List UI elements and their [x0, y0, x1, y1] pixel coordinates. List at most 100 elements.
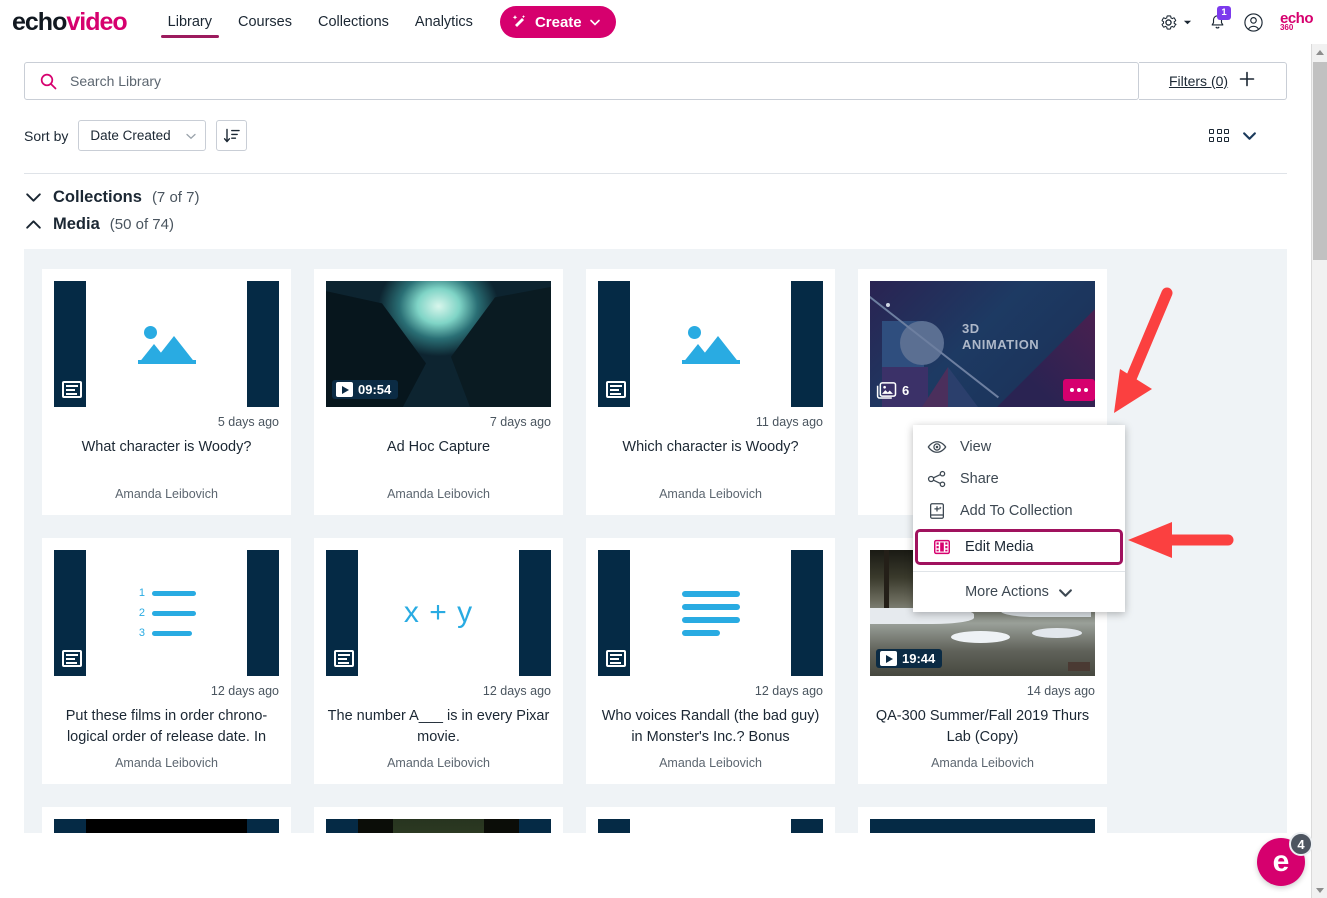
context-menu-item-edit-media[interactable]: Edit Media	[915, 529, 1123, 565]
add-filter-plus-icon	[1238, 70, 1256, 92]
media-card[interactable]	[314, 807, 563, 833]
account-button[interactable]	[1243, 12, 1264, 33]
card-thumbnail[interactable]: 3D ANIMATION 6	[870, 281, 1095, 407]
slides-icon	[606, 381, 626, 398]
card-thumbnail[interactable]	[870, 819, 1095, 833]
portrait-photo	[358, 819, 519, 833]
duration-text: 09:54	[358, 382, 392, 397]
section-collections[interactable]: Collections (7 of 7)	[0, 188, 1311, 207]
user-account-icon	[1243, 12, 1264, 33]
media-card[interactable]: 12 days ago Who voices Randall (the bad …	[586, 538, 835, 785]
grid-view-icon	[1209, 129, 1229, 142]
view-layout-toggle[interactable]	[1209, 128, 1287, 143]
text-lines-placeholder-icon	[681, 590, 740, 636]
context-menu-item-label: Share	[960, 471, 999, 487]
sort-select-value: Date Created	[90, 128, 171, 143]
slides-icon	[606, 650, 626, 667]
card-context-menu: View Share Add To Collection Edit Media …	[913, 425, 1125, 612]
card-thumbnail[interactable]: 1 2 3	[54, 550, 279, 676]
eye-icon	[927, 437, 947, 457]
share-icon	[927, 469, 947, 489]
media-card[interactable]: 5 days ago What character is Woody? Aman…	[42, 269, 291, 515]
media-card[interactable]: 1 2 3 12 days ago Put these films in ord…	[42, 538, 291, 785]
card-thumbnail[interactable]: 09:54	[326, 281, 551, 407]
card-title: Ad Hoc Capture	[386, 439, 491, 455]
magic-wand-icon	[512, 14, 528, 30]
echo360-brand-logo[interactable]: echo 360	[1280, 10, 1314, 32]
card-more-options-button[interactable]	[1063, 379, 1095, 401]
help-assistant-badge: 4	[1289, 832, 1313, 856]
sort-select[interactable]: Date Created	[78, 120, 207, 151]
images-stack-icon	[876, 381, 897, 399]
nav-item-analytics[interactable]: Analytics	[402, 0, 486, 44]
scrollbar-down-button[interactable]	[1312, 882, 1327, 898]
filters-button[interactable]: Filters (0)	[1139, 62, 1287, 100]
search-input[interactable]	[70, 73, 1138, 89]
card-date: 12 days ago	[210, 684, 279, 698]
card-date: 11 days ago	[755, 415, 823, 429]
settings-menu-button[interactable]	[1159, 13, 1192, 32]
search-box[interactable]	[24, 62, 1139, 100]
view-chevron-down-icon	[1242, 128, 1257, 143]
slides-icon	[62, 650, 82, 667]
logo-echo-text: echo	[12, 7, 67, 36]
chevron-down-icon	[1058, 585, 1073, 600]
card-thumbnail[interactable]: A B	[598, 819, 823, 833]
card-thumbnail[interactable]	[54, 281, 279, 407]
card-title: What character is Woody?	[81, 439, 252, 455]
nav-item-library[interactable]: Library	[155, 0, 225, 44]
numbered-list-placeholder-icon: 1 2 3	[137, 587, 196, 639]
section-media-count: (50 of 74)	[109, 216, 174, 233]
chevron-down-icon	[589, 16, 601, 28]
section-media[interactable]: Media (50 of 74)	[0, 215, 1311, 234]
edit-media-icon	[932, 537, 952, 557]
scrollbar-thumb[interactable]	[1313, 62, 1327, 260]
card-author: Amanda Leibovich	[387, 756, 490, 771]
duration-badge: 09:54	[332, 380, 399, 399]
card-thumbnail[interactable]	[598, 281, 823, 407]
media-card[interactable]: 09:54 7 days ago Ad Hoc Capture Amanda L…	[314, 269, 563, 515]
duration-text: 19:44	[902, 651, 936, 666]
section-collections-count: (7 of 7)	[151, 189, 200, 206]
card-thumbnail[interactable]	[598, 550, 823, 676]
play-icon	[880, 651, 897, 666]
card-date: 12 days ago	[754, 684, 823, 698]
nav-right-actions: 1 echo 360	[1159, 5, 1327, 33]
sort-direction-button[interactable]	[216, 120, 248, 151]
chevron-up-icon	[24, 215, 43, 234]
context-menu-item-label: View	[960, 439, 992, 455]
add-to-collection-icon	[927, 501, 947, 521]
card-author: Amanda Leibovich	[931, 756, 1034, 771]
notification-badge: 1	[1216, 5, 1231, 20]
media-card[interactable]: 11 days ago Which character is Woody? Am…	[586, 269, 835, 515]
nav-item-courses[interactable]: Courses	[225, 0, 305, 44]
context-menu-more-actions[interactable]: More Actions	[913, 572, 1125, 612]
media-card[interactable]	[858, 807, 1107, 833]
search-row: Filters (0)	[0, 44, 1311, 100]
filters-label: Filters (0)	[1168, 73, 1229, 89]
context-menu-item-share[interactable]: Share	[913, 463, 1125, 495]
card-thumbnail[interactable]: x + y	[326, 550, 551, 676]
context-menu-item-label: Edit Media	[965, 539, 1034, 555]
media-card[interactable]: A B	[586, 807, 835, 833]
image-placeholder-icon	[137, 324, 196, 364]
context-menu-item-label: Add To Collection	[960, 503, 1073, 519]
sort-by-label: Sort by	[24, 127, 69, 144]
card-title: QA-300 Summer/Fall 2019 Thurs Lab (Copy)	[875, 708, 1090, 746]
scrollbar-up-button[interactable]	[1312, 44, 1327, 60]
card-thumbnail[interactable]	[326, 819, 551, 833]
media-card[interactable]: x + y 12 days ago The number A___ is in …	[314, 538, 563, 785]
nav-item-collections[interactable]: Collections	[305, 0, 402, 44]
page-scrollbar[interactable]	[1311, 44, 1327, 898]
media-card[interactable]: CORRUPTION	[42, 807, 291, 833]
help-assistant-glyph: e	[1272, 845, 1290, 878]
create-button[interactable]: Create	[499, 6, 616, 38]
context-menu-item-add-to-collection[interactable]: Add To Collection	[913, 495, 1125, 527]
card-date: 12 days ago	[482, 684, 551, 698]
notifications-button[interactable]: 1	[1208, 5, 1231, 32]
echovideo-logo[interactable]: echovideo	[12, 7, 128, 36]
card-title: Who voices Randall (the bad guy) in Mons…	[601, 708, 820, 746]
context-menu-item-view[interactable]: View	[913, 431, 1125, 463]
card-thumbnail[interactable]: CORRUPTION	[54, 819, 279, 833]
section-collections-title: Collections	[53, 188, 142, 206]
